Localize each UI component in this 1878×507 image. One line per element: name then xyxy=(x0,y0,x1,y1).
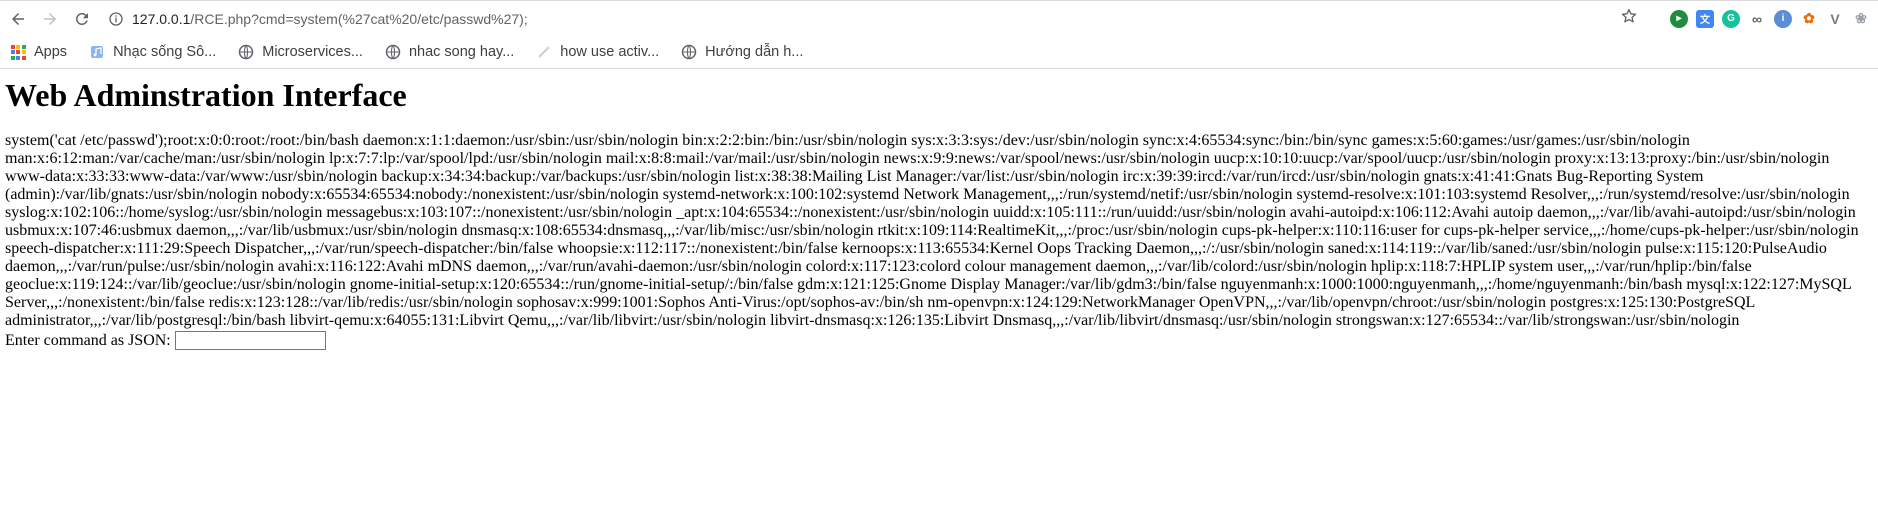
apps-grid-icon xyxy=(10,44,26,60)
bookmark-huong-dan[interactable]: Hướng dẫn h... xyxy=(681,44,803,60)
page-icon xyxy=(536,44,552,60)
ext-vuejs-icon[interactable]: V xyxy=(1826,10,1844,28)
bookmark-apps[interactable]: Apps xyxy=(10,44,67,60)
url-path: /RCE.php?cmd=system(%27cat%20/etc/passwd… xyxy=(190,11,528,27)
bookmark-label: Microservices... xyxy=(262,44,363,60)
bookmark-label: Nhạc sống Sô... xyxy=(113,44,217,60)
command-label: Enter command as JSON: xyxy=(5,331,171,349)
arrow-left-icon xyxy=(12,12,24,25)
bookmark-label: Apps xyxy=(34,44,68,60)
ext-flower-icon[interactable]: ❀ xyxy=(1852,10,1870,28)
ext-translate-icon[interactable]: 文 xyxy=(1696,9,1714,28)
command-output: system('cat /etc/passwd');root:x:0:0:roo… xyxy=(5,131,1859,329)
globe-icon xyxy=(238,44,254,60)
bookmark-label: how use activ... xyxy=(560,44,660,60)
ext-fox-icon[interactable]: ✿ xyxy=(1800,10,1818,28)
reload-button[interactable] xyxy=(68,5,96,33)
address-bar[interactable]: 127.0.0.1/RCE.php?cmd=system(%27cat%20/e… xyxy=(108,5,1598,33)
bookmark-microservices[interactable]: Microservices... xyxy=(238,44,363,60)
bookmark-nhac-song-so[interactable]: Nhạc sống Sô... xyxy=(89,44,216,60)
url-host: 127.0.0.1 xyxy=(132,11,191,27)
bookmark-label: nhac song hay... xyxy=(408,44,515,60)
bookmark-nhac-song-hay[interactable]: nhac song hay... xyxy=(385,44,514,60)
browser-toolbar: 127.0.0.1/RCE.php?cmd=system(%27cat%20/e… xyxy=(0,0,1878,36)
command-form: Enter command as JSON: xyxy=(5,330,1873,352)
arrow-right-icon xyxy=(44,12,56,25)
bookmarks-bar: Apps Nhạc sống Sô... Microservices... nh… xyxy=(0,36,1878,69)
page-title: Web Adminstration Interface xyxy=(5,77,407,113)
back-button[interactable] xyxy=(4,5,32,33)
ext-grammarly-icon[interactable]: G xyxy=(1722,9,1740,28)
extensions-bar: ▸ 文 G ∞ i ✿ V ❀ xyxy=(1620,7,1870,30)
bookmark-label: Hướng dẫn h... xyxy=(705,44,804,60)
globe-icon xyxy=(385,44,401,60)
ext-green-icon[interactable]: ▸ xyxy=(1670,9,1688,28)
command-input[interactable] xyxy=(174,331,326,351)
info-icon[interactable] xyxy=(108,11,124,27)
star-icon[interactable] xyxy=(1620,7,1638,30)
bookmark-how-use-activ[interactable]: how use activ... xyxy=(536,44,659,60)
ext-blue-icon[interactable]: i xyxy=(1774,9,1792,28)
reload-icon xyxy=(75,12,88,25)
globe-icon xyxy=(681,44,697,60)
forward-button[interactable] xyxy=(36,5,64,33)
page-content: Web Adminstration Interface system('cat … xyxy=(0,77,1878,352)
music-folder-icon xyxy=(89,44,105,60)
ext-link-icon[interactable]: ∞ xyxy=(1748,10,1766,28)
